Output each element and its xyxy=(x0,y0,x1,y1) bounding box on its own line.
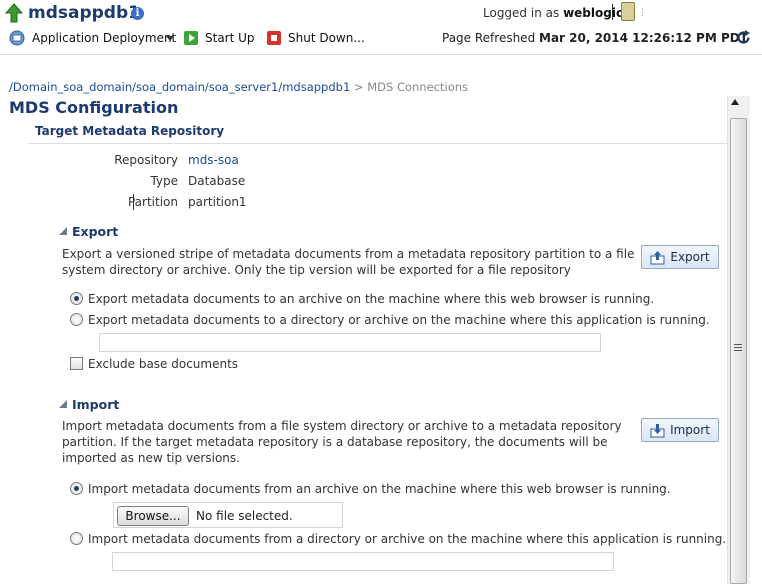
import-path-input[interactable] xyxy=(112,552,614,571)
repository-link[interactable]: mds-soa xyxy=(188,153,239,167)
import-button[interactable]: Import xyxy=(641,418,719,442)
type-label: Type xyxy=(150,174,178,188)
export-description: Export a versioned stripe of metadata do… xyxy=(62,247,635,277)
logged-in-prefix: Logged in as xyxy=(483,6,560,20)
scrollbar-grip xyxy=(734,344,742,345)
import-icon xyxy=(650,423,665,437)
breadcrumb-path-link[interactable]: /Domain_soa_domain/soa_domain/soa_server… xyxy=(9,80,350,94)
import-description: Import metadata documents from a file sy… xyxy=(62,419,622,465)
export-button[interactable]: Export xyxy=(641,245,719,269)
up-status-icon xyxy=(5,3,23,23)
section-title: Target Metadata Repository xyxy=(35,124,225,138)
text-cursor xyxy=(612,4,613,20)
export-option-browser-radio[interactable] xyxy=(70,292,83,305)
more-icon: ⋮ xyxy=(638,8,647,18)
import-option-server-radio[interactable] xyxy=(70,532,83,545)
scrollbar-grip xyxy=(734,347,742,348)
breadcrumb-separator: > xyxy=(353,80,364,94)
export-collapse-icon[interactable] xyxy=(59,227,67,235)
logged-in-text: Logged in as weblogic xyxy=(483,6,623,20)
page-refreshed: Page Refreshed Mar 20, 2014 12:26:12 PM … xyxy=(442,31,748,45)
breadcrumb-current: MDS Connections xyxy=(367,80,469,94)
partition-value: partition1 xyxy=(188,195,247,209)
shut-down-button[interactable]: Shut Down... xyxy=(288,31,365,45)
export-button-label: Export xyxy=(670,250,710,264)
export-title: Export xyxy=(72,224,119,239)
import-option-browser-radio[interactable] xyxy=(70,482,83,495)
export-option-server-radio[interactable] xyxy=(70,313,83,326)
start-up-button[interactable]: Start Up xyxy=(205,31,255,45)
repository-label: Repository xyxy=(114,153,178,167)
no-file-text: No file selected. xyxy=(196,509,293,523)
browse-button[interactable]: Browse... xyxy=(117,506,189,526)
info-icon[interactable]: i xyxy=(131,7,144,20)
scrollbar-thumb[interactable] xyxy=(730,118,747,584)
partition-label: Partition xyxy=(127,195,178,209)
text-cursor xyxy=(133,194,134,210)
scroll-up-arrow-icon[interactable] xyxy=(731,99,739,105)
app-deployment-menu[interactable]: Application Deployment xyxy=(32,31,176,45)
page-title: MDS Configuration xyxy=(9,98,179,117)
import-title: Import xyxy=(72,397,120,412)
import-option-server-label: Import metadata documents from a directo… xyxy=(88,532,727,546)
export-option-server-label: Export metadata documents to a directory… xyxy=(88,313,710,327)
import-collapse-icon[interactable] xyxy=(59,400,67,408)
exclude-base-label: Exclude base documents xyxy=(88,357,239,371)
user-icon[interactable] xyxy=(621,2,635,21)
export-path-input[interactable] xyxy=(99,333,601,352)
export-option-browser-label: Export metadata documents to an archive … xyxy=(88,292,655,306)
import-option-browser-label: Import metadata documents from an archiv… xyxy=(88,482,671,496)
start-up-icon[interactable] xyxy=(184,31,198,45)
chevron-down-icon[interactable] xyxy=(166,36,174,41)
scrollbar-grip xyxy=(734,350,742,351)
shut-down-icon[interactable] xyxy=(267,31,281,45)
breadcrumb: /Domain_soa_domain/soa_domain/soa_server… xyxy=(9,80,468,94)
app-title: mdsappdb1 xyxy=(28,3,140,23)
refresh-icon[interactable] xyxy=(735,29,752,46)
import-button-label: Import xyxy=(670,423,710,437)
export-icon xyxy=(650,250,665,264)
username: weblogic xyxy=(563,6,624,20)
refresh-prefix: Page Refreshed xyxy=(442,31,536,45)
app-deployment-icon xyxy=(9,30,25,46)
refresh-time: Mar 20, 2014 12:26:12 PM PDT xyxy=(539,31,748,45)
header-divider xyxy=(0,54,762,55)
section-divider xyxy=(28,143,728,144)
type-value: Database xyxy=(188,174,246,188)
exclude-base-checkbox[interactable] xyxy=(70,357,83,370)
